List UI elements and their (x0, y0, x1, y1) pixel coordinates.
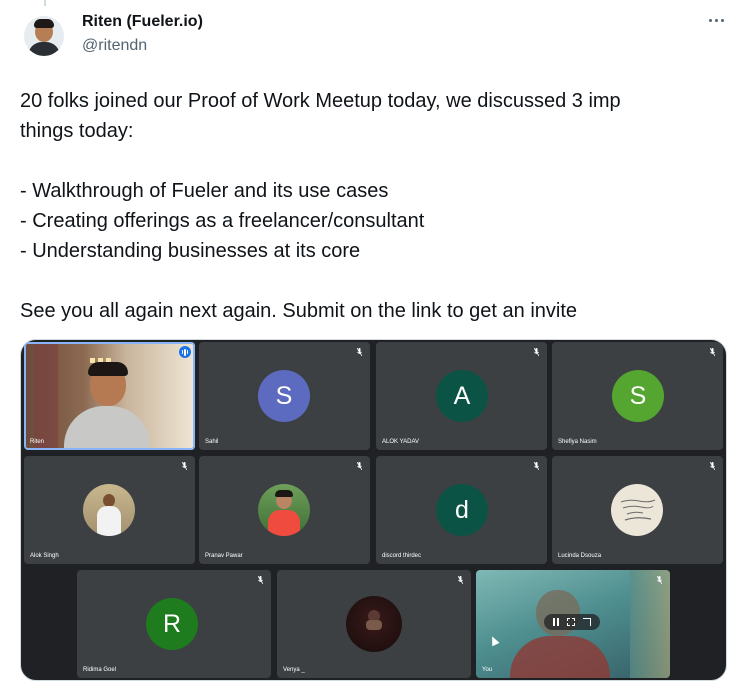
mic-muted-icon (357, 462, 362, 470)
participant-tile: Venya _ (277, 570, 471, 678)
participant-avatar (611, 484, 663, 536)
participant-name: You (482, 667, 493, 673)
participant-tile: d discord thirdec (376, 456, 547, 564)
tweet-line: See you all again next again. Submit on … (20, 300, 578, 322)
participant-name: Pranav Pawar (205, 553, 243, 559)
more-options-icon[interactable] (702, 10, 730, 30)
participant-tile: You (476, 570, 670, 678)
participant-tile: Alok Singh (24, 456, 195, 564)
mic-muted-icon (710, 462, 715, 470)
tweet-text: 20 folks joined our Proof of Work Meetup… (20, 86, 710, 326)
participant-tile: S Shefiya Nasim (552, 342, 723, 450)
mic-muted-icon (534, 462, 539, 470)
participant-avatar: R (146, 598, 198, 650)
tweet-bullet: - Walkthrough of Fueler and its use case… (20, 180, 389, 202)
tweet-bullet: - Understanding businesses at its core (20, 240, 361, 262)
meeting-screenshot[interactable]: Riten S Sahil A ALOK YADAV S Shefiya Nas… (20, 339, 727, 681)
mic-muted-icon (357, 348, 362, 356)
video-controls[interactable] (544, 614, 600, 630)
participant-tile: Riten (24, 342, 195, 450)
speaking-indicator-icon (179, 346, 191, 358)
participant-name: Venya _ (283, 667, 305, 673)
participant-avatar (258, 484, 310, 536)
participant-name: Ridima Goel (83, 667, 117, 673)
mic-muted-icon (182, 462, 187, 470)
author-avatar[interactable] (24, 16, 64, 56)
participant-name: discord thirdec (382, 553, 422, 559)
participant-avatar: A (436, 370, 488, 422)
participant-tile: Pranav Pawar (199, 456, 370, 564)
participant-name: Alok Singh (30, 553, 59, 559)
author-handle[interactable]: @ritendn (82, 37, 147, 55)
participant-avatar: S (612, 370, 664, 422)
participant-name: Lucinda Dsouza (558, 553, 602, 559)
pin-icon[interactable] (553, 618, 559, 626)
mouse-cursor-icon (488, 634, 500, 647)
participant-avatar (83, 484, 135, 536)
mic-muted-icon (710, 348, 715, 356)
mic-muted-icon (534, 348, 539, 356)
participant-name: Shefiya Nasim (558, 439, 597, 445)
tweet-bullet: - Creating offerings as a freelancer/con… (20, 210, 425, 232)
participant-name: Riten (30, 439, 45, 445)
participant-name: ALOK YADAV (382, 439, 420, 445)
participant-tile: Lucinda Dsouza (552, 456, 723, 564)
participant-tile: A ALOK YADAV (376, 342, 547, 450)
participant-avatar (346, 596, 402, 652)
participant-tile: S Sahil (199, 342, 370, 450)
participant-avatar: d (436, 484, 488, 536)
expand-icon[interactable] (583, 618, 591, 626)
tweet-line: things today: (20, 120, 134, 142)
mic-muted-icon (657, 576, 662, 584)
participant-tile: R Ridima Goel (77, 570, 271, 678)
thread-connector-line (44, 0, 46, 6)
mic-muted-icon (258, 576, 263, 584)
author-name[interactable]: Riten (Fueler.io) (82, 13, 203, 31)
framing-icon[interactable] (567, 618, 575, 626)
participant-avatar: S (258, 370, 310, 422)
tweet-line: 20 folks joined our Proof of Work Meetup… (20, 90, 621, 112)
mic-muted-icon (458, 576, 463, 584)
participant-name: Sahil (205, 439, 219, 445)
